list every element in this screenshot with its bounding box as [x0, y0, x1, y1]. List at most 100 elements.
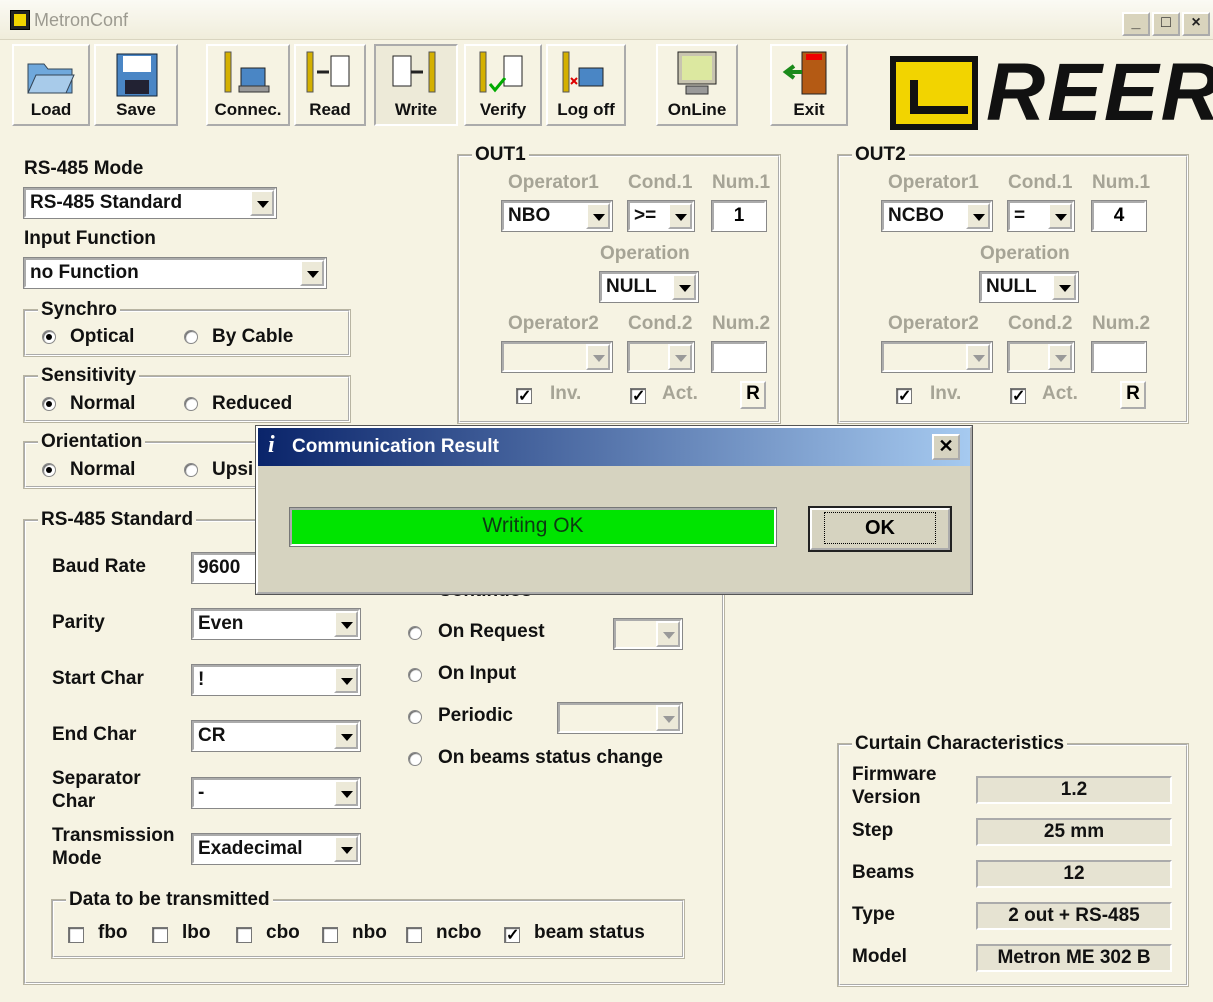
- out2-cond1-select[interactable]: =: [1007, 200, 1075, 232]
- sensitivity-normal-radio[interactable]: [42, 397, 56, 411]
- verify-button[interactable]: Verify: [464, 44, 542, 126]
- out2-num1-input[interactable]: 4: [1091, 200, 1147, 232]
- chevron-down-icon: [250, 190, 274, 216]
- end-char-label: End Char: [52, 724, 137, 745]
- online-button[interactable]: OnLine: [656, 44, 738, 126]
- out1-cond2-label: Cond.2: [628, 313, 693, 334]
- out2-operator2-label: Operator2: [888, 313, 979, 334]
- close-window-button[interactable]: ×: [1182, 12, 1210, 36]
- firmware-label-1: Firmware: [852, 764, 937, 785]
- model-label: Model: [852, 946, 907, 967]
- chevron-down-icon: [586, 344, 610, 370]
- chevron-down-icon: [1052, 274, 1076, 300]
- out2-cond2-label: Cond.2: [1008, 313, 1073, 334]
- out1-act-checkbox[interactable]: [630, 386, 646, 406]
- end-char-select[interactable]: CR: [191, 720, 361, 752]
- out1-inv-checkbox[interactable]: [516, 386, 532, 406]
- synchro-title: Synchro: [38, 299, 121, 321]
- out1-num1-input[interactable]: 1: [711, 200, 767, 232]
- out1-inv-label: Inv.: [550, 383, 582, 404]
- periodic-select[interactable]: [557, 702, 683, 734]
- synchro-cable-radio[interactable]: [184, 330, 198, 344]
- on-request-label: On Request: [438, 621, 545, 642]
- info-icon: i: [268, 432, 275, 458]
- maximize-button[interactable]: □: [1152, 12, 1180, 36]
- on-request-radio[interactable]: [408, 626, 422, 640]
- verify-icon: [479, 51, 523, 93]
- out2-inv-label: Inv.: [930, 383, 962, 404]
- app-icon: [10, 10, 30, 30]
- fbo-label: fbo: [98, 922, 128, 943]
- ncbo-checkbox[interactable]: [406, 927, 422, 943]
- out2-operation-select[interactable]: NULL: [979, 271, 1079, 303]
- out1-reset-button[interactable]: R: [740, 381, 766, 409]
- out1-operation-select[interactable]: NULL: [599, 271, 699, 303]
- minimize-button[interactable]: _: [1122, 12, 1150, 36]
- on-request-select[interactable]: [613, 618, 683, 650]
- out2-act-checkbox[interactable]: [1010, 386, 1026, 406]
- save-button[interactable]: Save: [94, 44, 178, 126]
- chevron-down-icon: [668, 344, 692, 370]
- out1-operator2-select[interactable]: [501, 341, 613, 373]
- write-button[interactable]: Write: [374, 44, 458, 126]
- transmission-mode-label-1: Transmission: [52, 825, 175, 846]
- sensitivity-normal-label: Normal: [70, 393, 136, 414]
- separator-char-label-1: Separator: [52, 768, 141, 789]
- on-beams-status-change-radio[interactable]: [408, 752, 422, 766]
- chevron-down-icon: [966, 203, 990, 229]
- orientation-title: Orientation: [38, 431, 146, 453]
- dialog-close-button[interactable]: ✕: [932, 434, 960, 460]
- reer-logo: REER: [890, 47, 1213, 138]
- out1-cond1-select[interactable]: >=: [627, 200, 695, 232]
- input-function-select[interactable]: no Function: [23, 257, 327, 289]
- out2-operator1-select[interactable]: NCBO: [881, 200, 993, 232]
- on-input-radio[interactable]: [408, 668, 422, 682]
- sensitivity-reduced-radio[interactable]: [184, 397, 198, 411]
- out1-num2-input[interactable]: [711, 341, 767, 373]
- start-char-label: Start Char: [52, 668, 144, 689]
- load-button[interactable]: Load: [12, 44, 90, 126]
- folder-open-icon: [27, 63, 75, 94]
- exit-button[interactable]: Exit: [770, 44, 848, 126]
- synchro-cable-label: By Cable: [212, 326, 294, 347]
- out2-num2-input[interactable]: [1091, 341, 1147, 373]
- chevron-down-icon: [656, 621, 680, 647]
- start-char-select[interactable]: !: [191, 664, 361, 696]
- nbo-checkbox[interactable]: [322, 927, 338, 943]
- write-icon: [392, 51, 436, 93]
- beam-status-checkbox[interactable]: [504, 925, 520, 945]
- logoff-button[interactable]: Log off: [546, 44, 626, 126]
- rs485-mode-select[interactable]: RS-485 Standard: [23, 187, 277, 219]
- parity-select[interactable]: Even: [191, 608, 361, 640]
- lbo-checkbox[interactable]: [152, 927, 168, 943]
- out2-operator2-select[interactable]: [881, 341, 993, 373]
- orientation-normal-radio[interactable]: [42, 463, 56, 477]
- orientation-upside-radio[interactable]: [184, 463, 198, 477]
- out1-cond2-select[interactable]: [627, 341, 695, 373]
- input-function-label: Input Function: [24, 228, 156, 249]
- lbo-label: lbo: [182, 922, 211, 943]
- read-button[interactable]: Read: [294, 44, 366, 126]
- connect-button[interactable]: Connec.: [206, 44, 290, 126]
- dialog-title: Communication Result: [292, 436, 499, 457]
- out2-inv-checkbox[interactable]: [896, 386, 912, 406]
- synchro-optical-radio[interactable]: [42, 330, 56, 344]
- separator-char-select[interactable]: -: [191, 777, 361, 809]
- fbo-checkbox[interactable]: [68, 927, 84, 943]
- cbo-checkbox[interactable]: [236, 927, 252, 943]
- chevron-down-icon: [334, 611, 358, 637]
- transmission-mode-select[interactable]: Exadecimal: [191, 833, 361, 865]
- out2-reset-button[interactable]: R: [1120, 381, 1146, 409]
- data-to-be-transmitted-title: Data to be transmitted: [66, 889, 273, 911]
- out2-operation-label: Operation: [980, 243, 1070, 264]
- out2-cond1-label: Cond.1: [1008, 172, 1073, 193]
- ok-button[interactable]: OK: [808, 506, 952, 552]
- reer-logo-text: REER: [986, 47, 1213, 138]
- out1-title: OUT1: [472, 144, 529, 166]
- out1-operator1-select[interactable]: NBO: [501, 200, 613, 232]
- periodic-radio[interactable]: [408, 710, 422, 724]
- chevron-down-icon: [668, 203, 692, 229]
- monitor-icon: [677, 51, 717, 95]
- out2-cond2-select[interactable]: [1007, 341, 1075, 373]
- ok-button-label: OK: [824, 512, 936, 544]
